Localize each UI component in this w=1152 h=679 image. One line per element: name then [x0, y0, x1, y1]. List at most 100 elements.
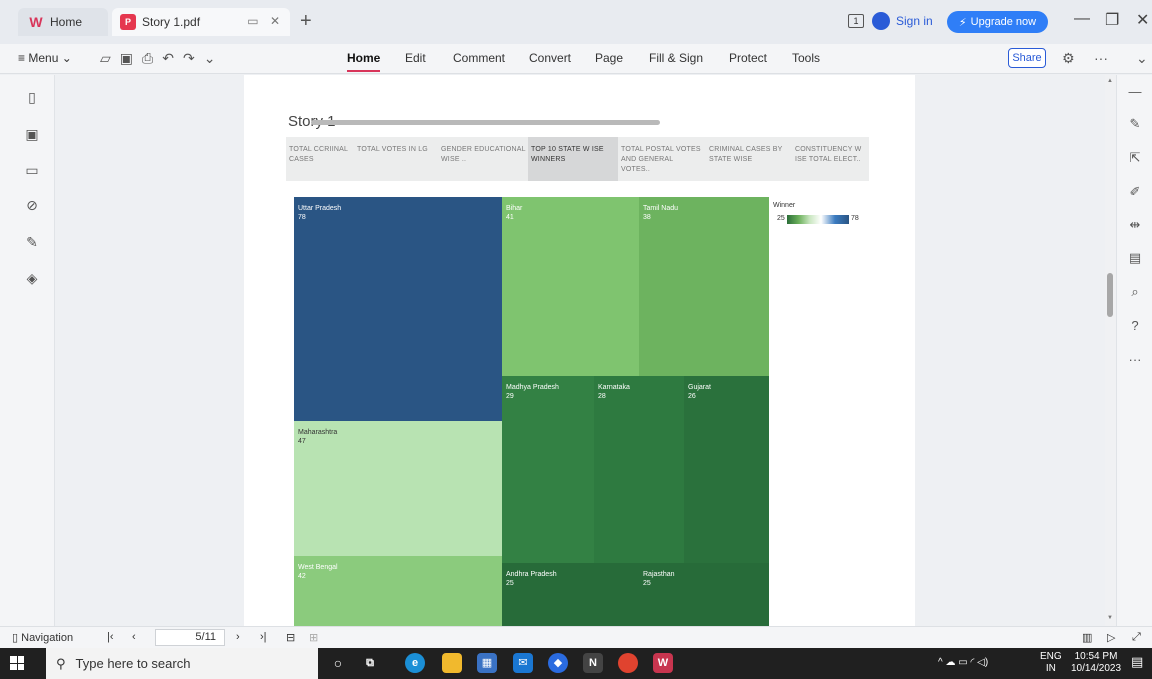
attachment-icon[interactable]: ⊘ — [24, 197, 40, 213]
thumbnail-icon[interactable]: ▣ — [24, 126, 40, 142]
ribbon-tab-page[interactable]: Page — [595, 51, 623, 65]
page-number-input[interactable]: 5/11 — [155, 629, 225, 646]
windows-start-icon[interactable] — [10, 656, 24, 670]
help-icon[interactable]: ? — [1126, 317, 1144, 335]
new-tab-icon[interactable]: + — [300, 10, 312, 33]
ribbon-tab-home[interactable]: Home — [347, 51, 381, 72]
copilot-icon[interactable]: ◆ — [548, 653, 568, 673]
treemap-cell-madhya-pradesh[interactable]: Madhya Pradesh 29 — [502, 376, 594, 563]
signature-icon[interactable]: ✎ — [24, 234, 40, 250]
cell-label: Rajasthan — [643, 571, 675, 578]
story-tab-criminal-by-state[interactable]: CRIMINAL CASES BY STATE WISE — [706, 137, 792, 181]
settings-icon[interactable]: ⚙ — [1062, 50, 1075, 67]
fullscreen-icon[interactable]: ⤢ — [1132, 631, 1141, 644]
navigation-toggle[interactable]: ▯ Navigation — [12, 631, 73, 644]
story-tab-postal-votes[interactable]: TOTAL POSTAL VOTES AND GENERAL VOTES.. — [618, 137, 704, 181]
mail-icon[interactable]: ✉ — [513, 653, 533, 673]
cortana-icon[interactable]: ○ — [328, 653, 348, 673]
print-icon[interactable]: ⎙ — [142, 50, 153, 67]
search-placeholder: Type here to search — [75, 656, 191, 671]
taskbar-search[interactable]: ⚲ Type here to search — [46, 648, 318, 679]
more-chevron-icon[interactable]: ⌄ — [204, 50, 216, 67]
collapse-ribbon-icon[interactable]: ⌄ — [1136, 50, 1148, 67]
vertical-scrollbar[interactable]: ▲ ▼ — [1105, 75, 1116, 626]
treemap-cell-rajasthan[interactable]: Rajasthan 25 — [639, 563, 769, 626]
ribbon-tab-comment[interactable]: Comment — [453, 51, 505, 65]
redo-icon[interactable]: ↷ — [183, 50, 195, 67]
fit-width-icon[interactable]: ⊞ — [309, 631, 318, 644]
tab-home[interactable]: W Home — [18, 8, 108, 36]
undo-icon[interactable]: ↶ — [162, 50, 174, 67]
cell-label: Bihar — [506, 205, 523, 212]
treemap-cell-andhra-pradesh[interactable]: Andhra Pradesh 25 — [502, 563, 639, 626]
monitor-icon[interactable]: ▭ — [247, 14, 258, 28]
close-tab-icon[interactable]: ✕ — [270, 14, 280, 28]
more-options-icon[interactable]: ··· — [1094, 50, 1108, 66]
layers-icon[interactable]: ◈ — [24, 270, 40, 286]
edit-text-icon[interactable]: ✎ — [1126, 115, 1144, 133]
close-window-icon[interactable]: ✕ — [1136, 10, 1149, 30]
ribbon-tab-fill-sign[interactable]: Fill & Sign — [649, 51, 703, 65]
treemap-cell-west-bengal[interactable]: West Bengal 42 — [294, 556, 502, 626]
page-tool-icon[interactable]: ▤ — [1126, 249, 1144, 267]
menu-button[interactable]: ≡ Menu ⌄ — [18, 51, 72, 65]
sign-in-button[interactable]: Sign in — [872, 12, 933, 30]
notes-app-icon[interactable]: N — [583, 653, 603, 673]
bookmark-icon[interactable]: ▯ — [24, 89, 40, 105]
fit-page-icon[interactable]: ⊟ — [286, 631, 295, 644]
treemap-cell-gujarat[interactable]: Gujarat 26 — [684, 376, 769, 563]
share-button[interactable]: Share — [1008, 48, 1046, 68]
ribbon-tab-protect[interactable]: Protect — [729, 51, 767, 65]
edge-icon[interactable]: e — [405, 653, 425, 673]
notification-icon[interactable]: ▤ — [1131, 655, 1143, 668]
story-tab-criminal-cases[interactable]: TOTAL CCRIINAL CASES — [286, 137, 354, 181]
ribbon-tab-convert[interactable]: Convert — [529, 51, 571, 65]
highlight-icon[interactable]: ✐ — [1126, 183, 1144, 201]
document-view[interactable]: Story 1 TOTAL CCRIINAL CASES TOTAL VOTES… — [55, 75, 1105, 626]
scroll-thumb[interactable] — [1107, 273, 1113, 317]
chrome-icon[interactable] — [618, 653, 638, 673]
quick-access-bar: ▱ ▣ ⎙ ↶ ↷ ⌄ — [100, 50, 215, 67]
lightning-icon: ⚡ — [958, 16, 967, 29]
story-tab-constituency[interactable]: CONSTITUENCY W ISE TOTAL ELECT.. — [792, 137, 869, 181]
comment-icon[interactable]: ▭ — [24, 162, 40, 178]
export-icon[interactable]: ⇱ — [1126, 149, 1144, 167]
open-folder-icon[interactable]: ▱ — [100, 50, 111, 67]
single-page-view-icon[interactable]: 1 — [848, 14, 864, 28]
treemap-cell-maharashtra[interactable]: Maharashtra 47 — [294, 421, 502, 556]
story-tab-gender-education[interactable]: GENDER EDUCATIONAL WISE .. — [438, 137, 526, 181]
wps-taskbar-icon[interactable]: W — [653, 653, 673, 673]
treemap-cell-bihar[interactable]: Bihar 41 — [502, 197, 639, 376]
collapse-panel-icon[interactable]: — — [1126, 83, 1144, 101]
treemap-cell-uttar-pradesh[interactable]: Uttar Pradesh 78 — [294, 197, 502, 421]
treemap-cell-karnataka[interactable]: Karnataka 28 — [594, 376, 684, 563]
story-tab-total-votes[interactable]: TOTAL VOTES IN LG — [354, 137, 438, 181]
file-explorer-icon[interactable] — [442, 653, 462, 673]
last-page-icon[interactable]: ›| — [260, 631, 267, 643]
tab-story-pdf[interactable]: P Story 1.pdf ▭ ✕ — [112, 8, 290, 36]
first-page-icon[interactable]: |‹ — [107, 631, 114, 643]
system-tray-icons[interactable]: ^ ☁ ▭ ◜ ◁) — [938, 657, 988, 669]
story-tab-top10-winners[interactable]: TOP 10 STATE W ISE WINNERS — [528, 137, 618, 181]
treemap-cell-tamil-nadu[interactable]: Tamil Nadu 38 — [639, 197, 769, 376]
scroll-down-icon[interactable]: ▼ — [1107, 615, 1113, 621]
story-tab-scrollbar[interactable] — [311, 120, 660, 125]
more-tools-icon[interactable]: ··· — [1126, 351, 1144, 369]
scroll-up-icon[interactable]: ▲ — [1107, 78, 1113, 84]
store-icon[interactable]: ▦ — [477, 653, 497, 673]
save-icon[interactable]: ▣ — [120, 50, 133, 67]
play-icon[interactable]: ▷ — [1107, 631, 1115, 644]
ribbon-tab-tools[interactable]: Tools — [792, 51, 820, 65]
clock[interactable]: 10:54 PM 10/14/2023 — [1068, 651, 1124, 675]
restore-icon[interactable]: ❐ — [1105, 10, 1119, 30]
search-icon[interactable]: ⌕ — [1126, 283, 1144, 301]
prev-page-icon[interactable]: ‹ — [132, 631, 136, 643]
read-mode-icon[interactable]: ▥ — [1082, 631, 1092, 644]
input-language[interactable]: ENG IN — [1040, 651, 1062, 675]
minimize-icon[interactable]: — — [1074, 10, 1090, 28]
task-view-icon[interactable]: ⧉ — [360, 653, 380, 673]
next-page-icon[interactable]: › — [236, 631, 240, 643]
ribbon-tab-edit[interactable]: Edit — [405, 51, 426, 65]
upgrade-now-button[interactable]: ⚡ Upgrade now — [947, 11, 1048, 33]
compare-icon[interactable]: ⇹ — [1126, 216, 1144, 234]
